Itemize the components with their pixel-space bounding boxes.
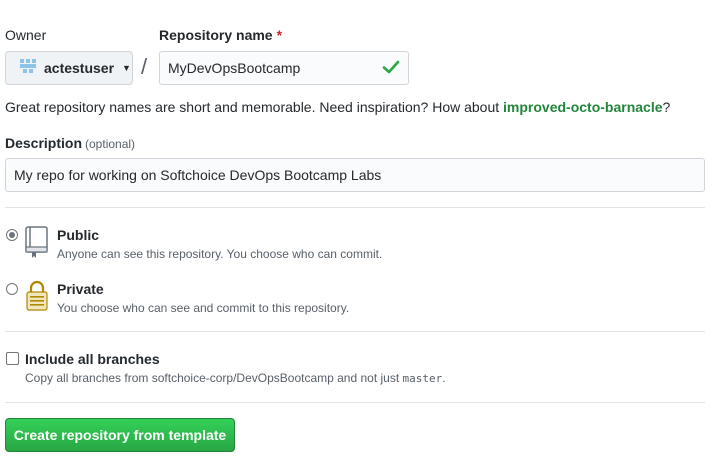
branch-name: master [402, 372, 443, 385]
divider [5, 331, 705, 332]
repo-book-icon [24, 226, 50, 265]
identicon-avatar-icon [18, 55, 38, 76]
description-value: My repo for working on Softchoice DevOps… [14, 167, 382, 183]
include-branches-description: Copy all branches from softchoice-corp/D… [25, 371, 446, 385]
divider [5, 402, 705, 403]
lock-icon [24, 279, 50, 318]
optional-tag: (optional) [85, 137, 136, 151]
private-title: Private [57, 281, 104, 297]
owner-avatar [18, 55, 38, 81]
description-input[interactable]: My repo for working on Softchoice DevOps… [5, 158, 705, 192]
repository-name-label: Repository name * [159, 27, 282, 43]
hint-end: ? [662, 99, 671, 115]
required-mark: * [276, 27, 283, 43]
private-radio[interactable] [6, 283, 18, 295]
repository-name-input[interactable]: MyDevOpsBootcamp [159, 51, 409, 85]
branches-description-end: . [442, 371, 446, 385]
owner-repo-separator: / [141, 54, 148, 79]
repository-name-label-text: Repository name [159, 27, 273, 43]
name-suggestion-link[interactable]: improved-octo-barnacle [503, 99, 662, 115]
branches-description-text: Copy all branches from softchoice-corp/D… [25, 371, 403, 385]
check-icon [382, 58, 400, 81]
repository-name-value: MyDevOpsBootcamp [168, 60, 301, 76]
include-branches-title: Include all branches [25, 351, 160, 367]
repository-name-hint: Great repository names are short and mem… [5, 99, 670, 115]
public-description: Anyone can see this repository. You choo… [57, 247, 383, 261]
description-label: Description (optional) [5, 135, 135, 151]
owner-label: Owner [5, 27, 47, 43]
owner-name: actestuser [44, 60, 115, 76]
hint-text: Great repository names are short and mem… [5, 99, 504, 115]
public-title: Public [57, 227, 100, 243]
description-label-text: Description [5, 135, 83, 151]
create-repository-button[interactable]: Create repository from template [5, 418, 235, 452]
private-description: You choose who can see and commit to thi… [57, 301, 350, 315]
owner-select-button[interactable]: actestuser ▼ [5, 51, 133, 85]
public-radio[interactable] [6, 229, 18, 241]
divider [5, 207, 705, 208]
chevron-down-icon: ▼ [122, 63, 131, 73]
include-branches-checkbox[interactable] [6, 352, 19, 365]
